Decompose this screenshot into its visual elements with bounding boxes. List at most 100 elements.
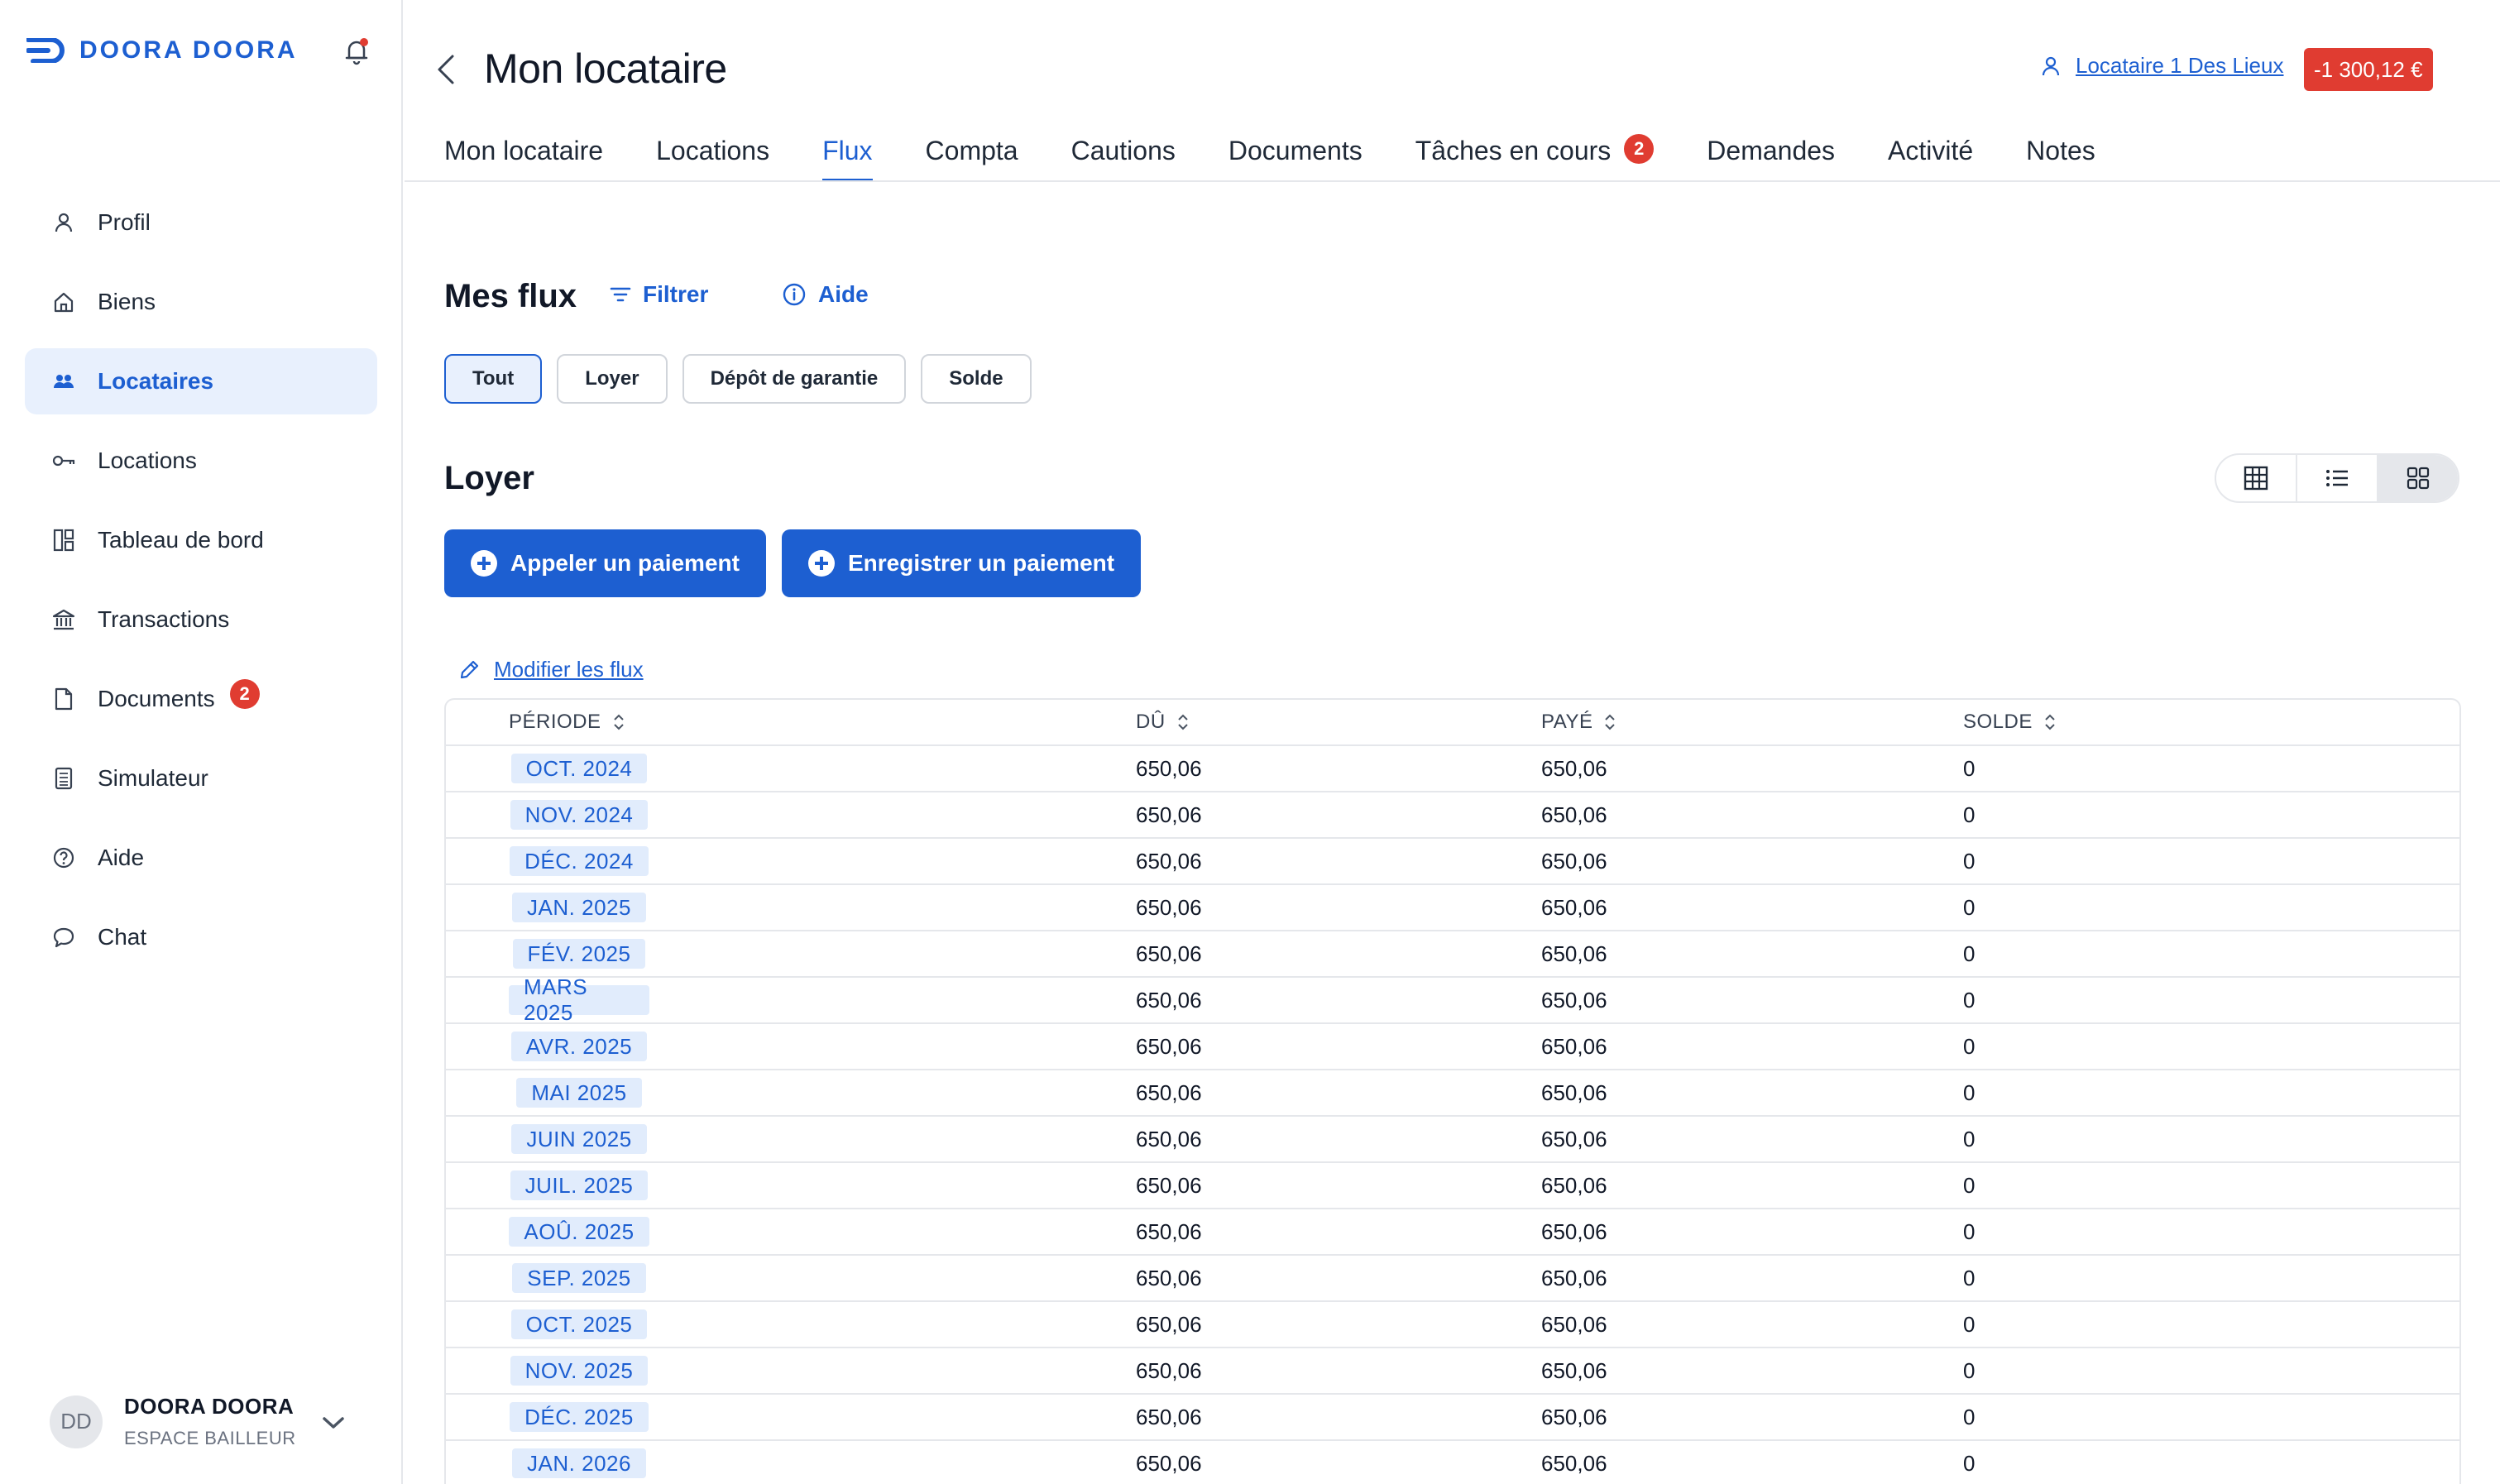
table-row[interactable]: NOV. 2025 650,06 650,06 0 — [446, 1348, 2459, 1395]
sidebar-item-label: Chat — [98, 924, 147, 950]
chip-solde[interactable]: Solde — [921, 354, 1032, 404]
column-header-periode[interactable]: PÉRIODE — [509, 711, 625, 734]
solde-cell: 0 — [1963, 1265, 1976, 1290]
chip-depot-de-garantie[interactable]: Dépôt de garantie — [682, 354, 907, 404]
tabs-divider — [405, 180, 2500, 182]
period-pill: MARS 2025 — [509, 974, 649, 1025]
chip-tout[interactable]: Tout — [444, 354, 543, 404]
back-arrow-icon[interactable] — [434, 53, 457, 86]
paye-cell: 650,06 — [1541, 802, 1607, 827]
table-row[interactable]: JAN. 2026 650,06 650,06 0 — [446, 1441, 2459, 1484]
tab-compta[interactable]: Compta — [926, 136, 1018, 182]
table-row[interactable]: MARS 2025 650,06 650,06 0 — [446, 974, 2459, 1025]
solde-cell: 0 — [1963, 755, 1976, 781]
users-icon — [50, 367, 78, 395]
table-row[interactable]: MAI 2025 650,06 650,06 0 — [446, 1070, 2459, 1117]
table-row[interactable]: OCT. 2024 650,06 650,06 0 — [446, 746, 2459, 792]
sidebar-item-label: Transactions — [98, 606, 230, 632]
period-pill: DÉC. 2025 — [510, 1402, 649, 1432]
du-cell: 650,06 — [1136, 1450, 1202, 1476]
sidebar-item-locations[interactable]: Locations — [25, 428, 377, 494]
sort-icon — [1177, 714, 1188, 730]
tab-documents[interactable]: Documents — [1228, 136, 1363, 182]
sidebar-item-transactions[interactable]: Transactions — [25, 586, 377, 653]
du-cell: 650,06 — [1136, 848, 1202, 874]
paye-cell: 650,06 — [1541, 1172, 1607, 1198]
brand-logo[interactable]: DOORA DOORA — [26, 36, 298, 65]
grid-view-icon — [2407, 467, 2430, 490]
tab-mon-locataire[interactable]: Mon locataire — [444, 136, 603, 182]
period-pill: MAI 2025 — [516, 1078, 642, 1108]
solde-cell: 0 — [1963, 987, 1976, 1012]
page-title: Mon locataire — [484, 45, 727, 92]
grid-view-button[interactable] — [2378, 455, 2458, 501]
record-payment-button[interactable]: Enregistrer un paiement — [782, 529, 1142, 597]
period-cell: NOV. 2025 — [509, 1348, 649, 1393]
column-header-du[interactable]: DÛ — [1136, 711, 1189, 734]
sort-icon — [1605, 714, 1616, 730]
loyer-section-title: Loyer — [444, 460, 534, 496]
tab-activite[interactable]: Activité — [1888, 136, 1973, 182]
chip-loyer[interactable]: Loyer — [557, 354, 668, 404]
user-profile[interactable]: DD DOORA DOORA ESPACE BAILLEUR — [50, 1394, 296, 1449]
user-name: DOORA DOORA — [124, 1394, 295, 1419]
table-row[interactable]: OCT. 2025 650,06 650,06 0 — [446, 1302, 2459, 1348]
table-row[interactable]: DÉC. 2024 650,06 650,06 0 — [446, 839, 2459, 885]
table-row[interactable]: DÉC. 2025 650,06 650,06 0 — [446, 1395, 2459, 1441]
period-cell: JAN. 2026 — [509, 1441, 649, 1484]
sidebar-item-aide[interactable]: Aide — [25, 825, 377, 891]
table-view-button[interactable] — [2216, 455, 2297, 501]
sidebar-item-biens[interactable]: Biens — [25, 269, 377, 335]
table-row[interactable]: AVR. 2025 650,06 650,06 0 — [446, 1024, 2459, 1070]
paye-cell: 650,06 — [1541, 1126, 1607, 1151]
sidebar-item-chat[interactable]: Chat — [25, 904, 377, 970]
edit-flux-link[interactable]: Modifier les flux — [457, 657, 644, 682]
sidebar-item-tableau-de-bord[interactable]: Tableau de bord — [25, 507, 377, 573]
table-row[interactable]: NOV. 2024 650,06 650,06 0 — [446, 792, 2459, 839]
column-label: PAYÉ — [1541, 711, 1593, 733]
chevron-down-icon[interactable] — [319, 1413, 347, 1433]
table-row[interactable]: FÉV. 2025 650,06 650,06 0 — [446, 931, 2459, 978]
tenant-link[interactable]: Locataire 1 Des Lieux — [2039, 53, 2283, 79]
table-view-icon — [2244, 466, 2268, 491]
filter-button[interactable]: Filtrer — [610, 281, 708, 308]
tab-demandes[interactable]: Demandes — [1707, 136, 1835, 182]
paye-cell: 650,06 — [1541, 1357, 1607, 1383]
notification-bell-icon[interactable] — [342, 36, 371, 66]
period-cell: AVR. 2025 — [509, 1024, 649, 1069]
period-cell: FÉV. 2025 — [509, 931, 649, 976]
filter-label: Filtrer — [643, 281, 709, 307]
period-cell: NOV. 2024 — [509, 792, 649, 837]
tab-cautions[interactable]: Cautions — [1071, 136, 1176, 182]
table-row[interactable]: JUIN 2025 650,06 650,06 0 — [446, 1117, 2459, 1163]
chat-icon — [50, 923, 78, 951]
table-row[interactable]: SEP. 2025 650,06 650,06 0 — [446, 1256, 2459, 1302]
column-header-paye[interactable]: PAYÉ — [1541, 711, 1616, 734]
du-cell: 650,06 — [1136, 1404, 1202, 1429]
period-pill: OCT. 2025 — [510, 1309, 648, 1339]
column-header-solde[interactable]: SOLDE — [1963, 711, 2056, 734]
sidebar-item-simulateur[interactable]: Simulateur — [25, 745, 377, 811]
table-row[interactable]: AOÛ. 2025 650,06 650,06 0 — [446, 1209, 2459, 1256]
period-pill: DÉC. 2024 — [510, 846, 649, 876]
du-cell: 650,06 — [1136, 1033, 1202, 1059]
call-payment-button[interactable]: Appeler un paiement — [444, 529, 766, 597]
tab-label: Tâches en cours — [1415, 136, 1612, 165]
document-icon — [50, 685, 78, 713]
table-row[interactable]: JAN. 2025 650,06 650,06 0 — [446, 885, 2459, 931]
table-row[interactable]: JUIL. 2025 650,06 650,06 0 — [446, 1163, 2459, 1209]
tab-taches-en-cours[interactable]: Tâches en cours 2 — [1415, 134, 1655, 182]
tab-notes[interactable]: Notes — [2026, 136, 2095, 182]
sidebar-item-locataires[interactable]: Locataires — [25, 348, 377, 414]
help-button[interactable]: Aide — [782, 281, 869, 308]
list-view-button[interactable] — [2297, 455, 2378, 501]
user-icon — [2042, 56, 2060, 75]
user-role: ESPACE BAILLEUR — [124, 1428, 296, 1448]
period-pill: NOV. 2024 — [510, 800, 649, 830]
sidebar-item-profil[interactable]: Profil — [25, 189, 377, 256]
list-view-icon — [2326, 470, 2348, 486]
sidebar-item-documents[interactable]: Documents 2 — [25, 666, 377, 732]
tenant-link-label: Locataire 1 Des Lieux — [2076, 53, 2284, 78]
tab-locations[interactable]: Locations — [656, 136, 769, 182]
tab-flux[interactable]: Flux — [822, 136, 873, 182]
